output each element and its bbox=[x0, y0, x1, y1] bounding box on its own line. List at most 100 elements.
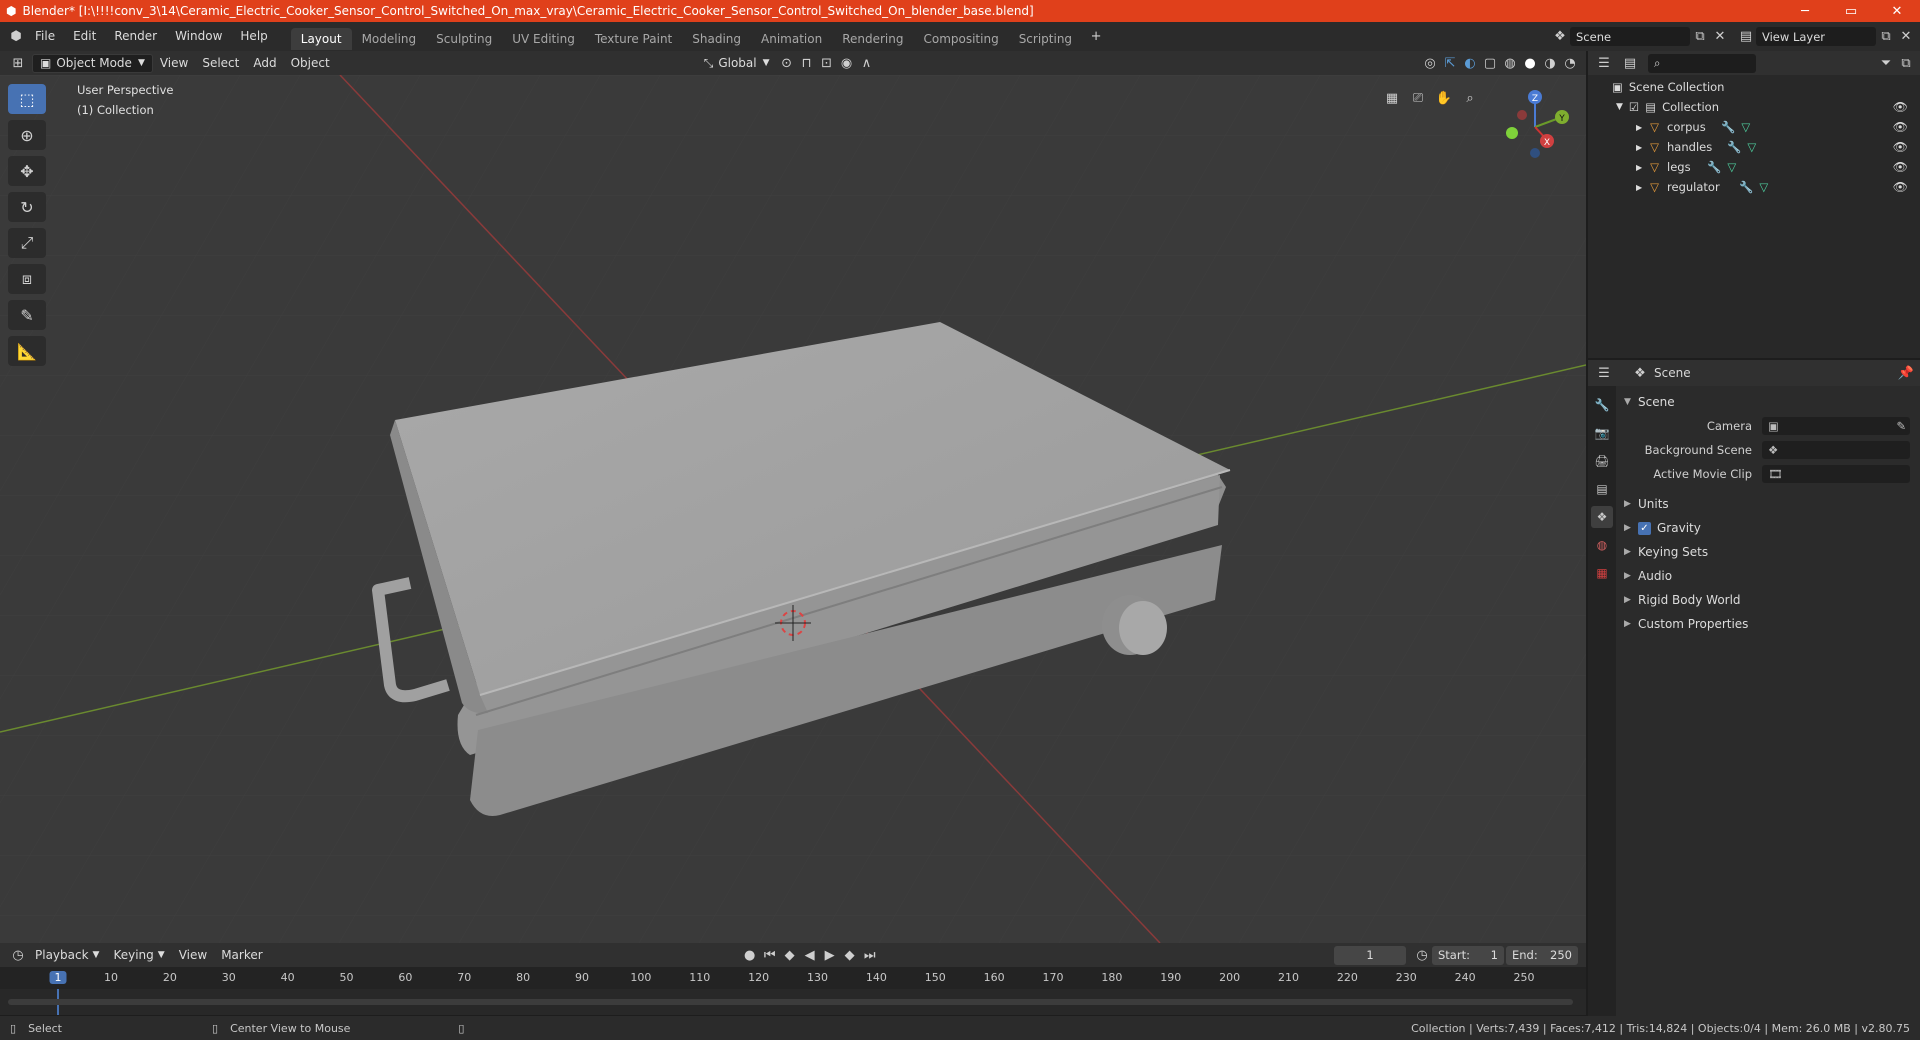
tab-render[interactable]: 📷 bbox=[1591, 422, 1613, 444]
modifier-wrench-icon[interactable]: 🔧 bbox=[1727, 140, 1741, 154]
pin-icon[interactable]: 📌 bbox=[1896, 363, 1916, 383]
marker-menu[interactable]: Marker bbox=[214, 946, 269, 965]
expand-arrow-icon[interactable]: ▶ bbox=[1636, 123, 1642, 132]
material-shading-icon[interactable]: ◑ bbox=[1540, 53, 1560, 73]
pivot-icon[interactable]: ⊙ bbox=[777, 53, 797, 73]
modifier-wrench-icon[interactable]: 🔧 bbox=[1721, 120, 1735, 134]
menu-add[interactable]: Add bbox=[246, 54, 283, 73]
proportional-edit-icon[interactable]: ◉ bbox=[837, 53, 857, 73]
menu-edit[interactable]: Edit bbox=[64, 22, 105, 51]
tab-texture-paint[interactable]: Texture Paint bbox=[585, 28, 682, 50]
tab-animation[interactable]: Animation bbox=[751, 28, 832, 50]
next-keyframe-icon[interactable]: ◆ bbox=[840, 945, 860, 965]
scene-section-header[interactable]: ▼ Scene bbox=[1620, 390, 1916, 414]
wireframe-shading-icon[interactable]: ◍ bbox=[1500, 53, 1520, 73]
start-frame-field[interactable]: Start: 1 bbox=[1432, 945, 1504, 965]
menu-file[interactable]: File bbox=[26, 22, 64, 51]
end-frame-field[interactable]: End: 250 bbox=[1506, 945, 1578, 965]
current-frame-field[interactable]: 1 bbox=[1334, 945, 1406, 965]
scene-collection-row[interactable]: ▣ Scene Collection bbox=[1588, 77, 1920, 97]
camera-field[interactable]: ▣ ✎ bbox=[1762, 417, 1910, 435]
delete-view-layer-icon[interactable]: ✕ bbox=[1896, 27, 1916, 47]
transform-tool[interactable]: ⧈ bbox=[8, 264, 46, 294]
rendered-shading-icon[interactable]: ◔ bbox=[1560, 53, 1580, 73]
custom-properties-section[interactable]: ▶ Custom Properties bbox=[1620, 612, 1916, 636]
eye-icon[interactable]: 👁 bbox=[1893, 140, 1908, 154]
mesh-data-icon[interactable]: ▽ bbox=[1727, 160, 1736, 174]
add-workspace-icon[interactable]: + bbox=[1086, 27, 1106, 47]
gravity-section[interactable]: ▶ ✓ Gravity bbox=[1620, 516, 1916, 540]
visibility-icon[interactable]: ◎ bbox=[1420, 53, 1440, 73]
play-icon[interactable]: ▶ bbox=[820, 945, 840, 965]
timeline-body[interactable] bbox=[0, 989, 1586, 1015]
filter-icon[interactable]: ⏷ bbox=[1876, 53, 1896, 73]
delete-scene-icon[interactable]: ✕ bbox=[1710, 27, 1730, 47]
solid-shading-icon[interactable]: ● bbox=[1520, 53, 1540, 73]
play-reverse-icon[interactable]: ◀ bbox=[800, 945, 820, 965]
tab-scripting[interactable]: Scripting bbox=[1009, 28, 1082, 50]
menu-view[interactable]: View bbox=[153, 54, 195, 73]
tab-modeling[interactable]: Modeling bbox=[352, 28, 427, 50]
active-movie-clip-field[interactable]: 🎞 bbox=[1762, 465, 1910, 483]
eye-icon[interactable]: 👁 bbox=[1893, 160, 1908, 174]
clock-icon[interactable]: ◷ bbox=[1412, 945, 1432, 965]
tab-scene[interactable]: ❖ bbox=[1591, 506, 1613, 528]
menu-select[interactable]: Select bbox=[195, 54, 246, 73]
measure-tool[interactable]: 📐 bbox=[8, 336, 46, 366]
playback-menu[interactable]: Playback ▼ bbox=[28, 946, 106, 965]
scene-icon[interactable]: ❖ bbox=[1550, 27, 1570, 47]
snap-icon[interactable]: ⊓ bbox=[797, 53, 817, 73]
outliner-object-row[interactable]: ▶ ▽ corpus 🔧 ▽ 👁 bbox=[1588, 117, 1920, 137]
frame-ruler[interactable]: 1 10 20 30 40 50 60 70 80 90 100 110 120 130 140 150 160… bbox=[0, 967, 1586, 989]
tab-rendering[interactable]: Rendering bbox=[832, 28, 913, 50]
annotate-tool[interactable]: ✎ bbox=[8, 300, 46, 330]
keying-sets-section[interactable]: ▶ Keying Sets bbox=[1620, 540, 1916, 564]
properties-editor-icon[interactable]: ☰ bbox=[1594, 363, 1614, 383]
outliner-search-input[interactable]: ⌕ bbox=[1648, 53, 1756, 73]
close-button[interactable]: ✕ bbox=[1874, 0, 1920, 22]
eye-icon[interactable]: 👁 bbox=[1893, 180, 1908, 194]
view-layer-selector[interactable]: View Layer bbox=[1756, 27, 1876, 46]
horizontal-scrollbar[interactable] bbox=[8, 999, 1573, 1005]
scene-selector[interactable]: Scene bbox=[1570, 27, 1690, 46]
tab-sculpting[interactable]: Sculpting bbox=[426, 28, 502, 50]
tab-view-layer[interactable]: ▤ bbox=[1591, 478, 1613, 500]
mesh-data-icon[interactable]: ▽ bbox=[1747, 140, 1756, 154]
new-collection-icon[interactable]: ⧉ bbox=[1896, 53, 1916, 73]
tab-layout[interactable]: Layout bbox=[290, 28, 352, 50]
blender-menu-icon[interactable]: ⬢ bbox=[6, 27, 26, 47]
rigid-body-world-section[interactable]: ▶ Rigid Body World bbox=[1620, 588, 1916, 612]
outliner-object-row[interactable]: ▶ ▽ legs 🔧 ▽ 👁 bbox=[1588, 157, 1920, 177]
background-scene-field[interactable]: ❖ bbox=[1762, 441, 1910, 459]
gizmo-toggle-icon[interactable]: ⇱ bbox=[1440, 53, 1460, 73]
prev-keyframe-icon[interactable]: ◆ bbox=[780, 945, 800, 965]
zoom-icon[interactable]: ⌕ bbox=[1460, 88, 1480, 108]
menu-window[interactable]: Window bbox=[166, 22, 231, 51]
mesh-data-icon[interactable]: ▽ bbox=[1741, 120, 1750, 134]
move-tool[interactable]: ✥ bbox=[8, 156, 46, 186]
tab-tool[interactable]: 🔧 bbox=[1591, 394, 1613, 416]
tab-uv-editing[interactable]: UV Editing bbox=[502, 28, 585, 50]
expand-arrow-icon[interactable]: ▶ bbox=[1636, 163, 1642, 172]
eye-icon[interactable]: 👁 bbox=[1893, 100, 1908, 114]
tab-world[interactable]: ◍ bbox=[1591, 534, 1613, 556]
menu-object[interactable]: Object bbox=[284, 54, 337, 73]
overlay-toggle-icon[interactable]: ◐ bbox=[1460, 53, 1480, 73]
expand-arrow-icon[interactable]: ▼ bbox=[1616, 102, 1623, 112]
falloff-icon[interactable]: ∧ bbox=[857, 53, 877, 73]
pan-hand-icon[interactable]: ✋ bbox=[1434, 88, 1454, 108]
keying-menu[interactable]: Keying ▼ bbox=[106, 946, 171, 965]
rotate-tool[interactable]: ↻ bbox=[8, 192, 46, 222]
modifier-wrench-icon[interactable]: 🔧 bbox=[1707, 160, 1721, 174]
modifier-wrench-icon[interactable]: 🔧 bbox=[1739, 180, 1753, 194]
jump-start-icon[interactable]: ⏮ bbox=[760, 945, 780, 965]
outliner-editor-icon[interactable]: ☰ bbox=[1594, 53, 1614, 73]
mesh-data-icon[interactable]: ▽ bbox=[1759, 180, 1768, 194]
tab-output[interactable]: 🖨 bbox=[1591, 450, 1613, 472]
maximize-button[interactable]: ▭ bbox=[1828, 0, 1874, 22]
view-layer-icon[interactable]: ▤ bbox=[1736, 27, 1756, 47]
tab-texture[interactable]: ▦ bbox=[1591, 562, 1613, 584]
eyedropper-icon[interactable]: ✎ bbox=[1896, 419, 1906, 433]
xray-icon[interactable]: ▢ bbox=[1480, 53, 1500, 73]
outliner-object-row[interactable]: ▶ ▽ handles 🔧 ▽ 👁 bbox=[1588, 137, 1920, 157]
